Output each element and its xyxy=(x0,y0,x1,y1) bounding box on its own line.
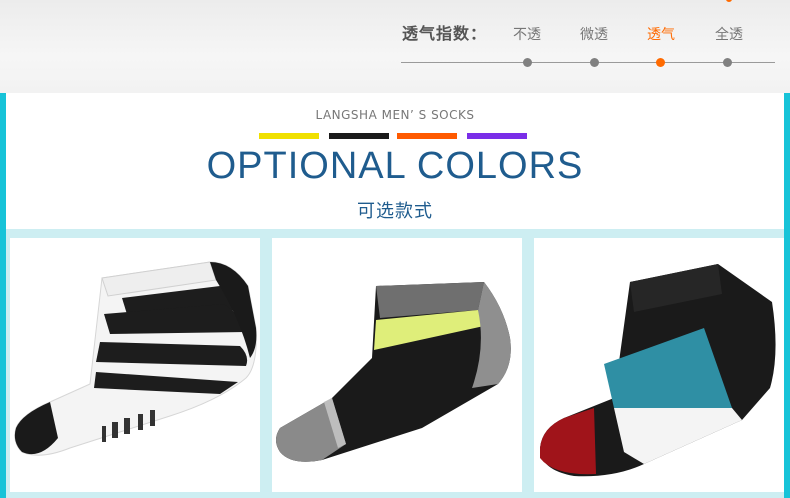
breathability-scale-line xyxy=(401,62,775,63)
top-hint-dot xyxy=(726,0,732,2)
color-swatch-yellow xyxy=(259,133,319,139)
color-swatch-black xyxy=(329,133,389,139)
color-swatch-orange xyxy=(397,133,457,139)
breathability-option-4: 全透 xyxy=(715,27,743,43)
color-swatch-purple xyxy=(467,133,527,139)
black-blue-white-red-sock-icon xyxy=(540,264,776,477)
breathability-label: 透气指数： xyxy=(402,24,488,43)
white-black-stripe-sock-icon xyxy=(14,261,257,456)
brand-caption: LANGSHA MEN’ S SOCKS xyxy=(315,108,475,122)
breathability-dot-1 xyxy=(523,58,532,67)
breathability-option-1: 不透 xyxy=(513,27,541,43)
breathability-dot-3 xyxy=(656,58,665,67)
breathability-option-2: 微透 xyxy=(580,27,608,43)
black-yellow-gray-sock-icon xyxy=(276,282,511,462)
section-subtitle: 可选款式 xyxy=(357,201,433,222)
breathability-option-3: 透气 xyxy=(647,27,675,43)
product-card-1[interactable] xyxy=(10,238,260,492)
breathability-dot-4 xyxy=(723,58,732,67)
breathability-strip: 透气指数： 不透 微透 透气 全透 xyxy=(0,0,790,93)
product-card-3[interactable] xyxy=(534,238,784,492)
product-card-2[interactable] xyxy=(272,238,522,492)
product-detail-page: 透气指数： 不透 微透 透气 全透 LANGSHA MEN’ S SOCKS O… xyxy=(0,0,790,498)
breathability-dot-2 xyxy=(590,58,599,67)
section-title: OPTIONAL COLORS xyxy=(206,145,584,187)
